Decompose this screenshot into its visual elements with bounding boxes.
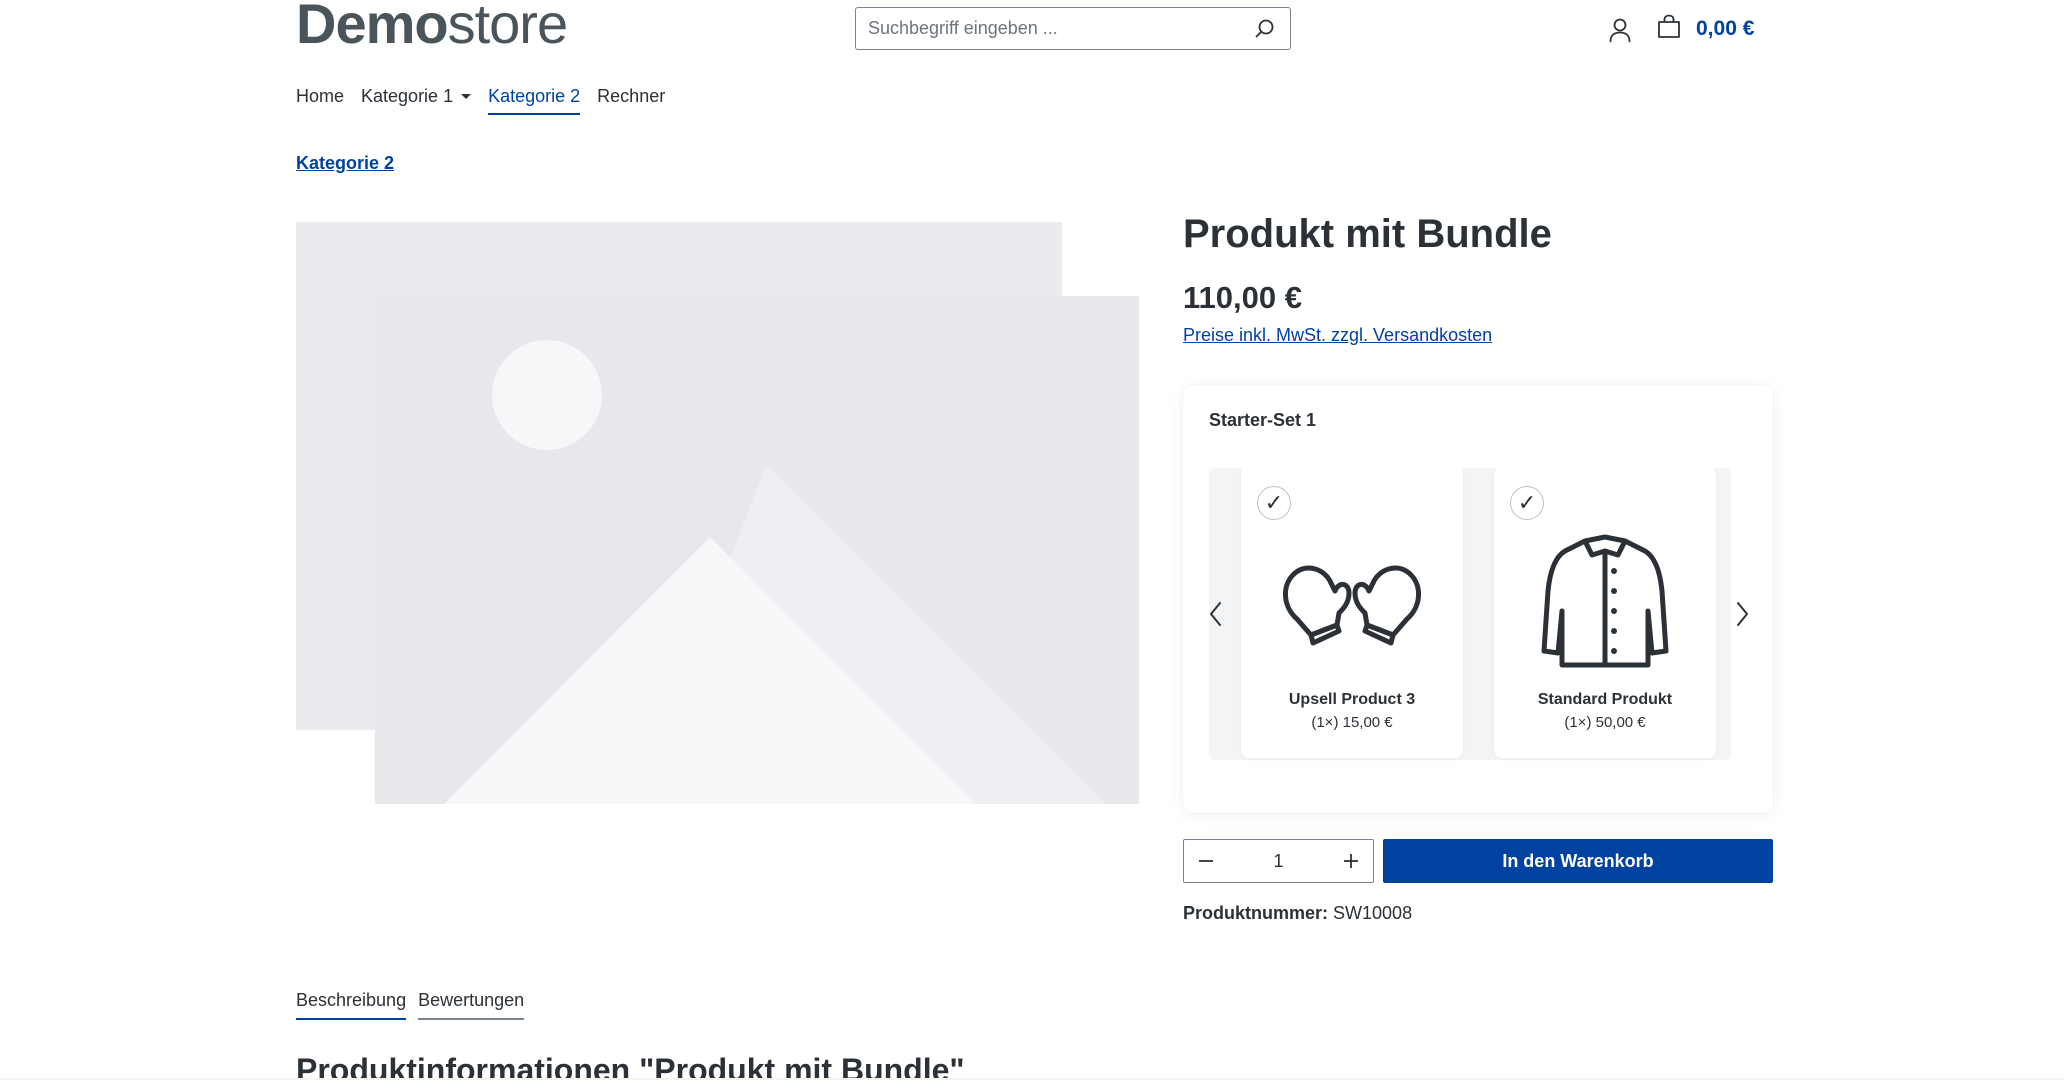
product-number: Produktnummer: SW10008 <box>1183 903 1412 924</box>
logo-bold-text: Demo <box>296 0 449 55</box>
product-number-label: Produktnummer: <box>1183 903 1329 923</box>
bundle-title: Starter-Set 1 <box>1209 410 1317 430</box>
account-icon[interactable] <box>1604 14 1636 46</box>
product-title: Produkt mit Bundle <box>1183 212 1552 256</box>
nav-item-label: Home <box>296 86 345 106</box>
bundle-item-quantity-price: (1×) 50,00 € <box>1564 714 1646 731</box>
mittens-icon <box>1241 526 1463 676</box>
nav-item-home[interactable]: Home <box>296 86 344 115</box>
cart-icon <box>1656 14 1682 45</box>
search-icon[interactable] <box>1240 8 1290 49</box>
product-information-heading: Produktinformationen "Produkt mit Bundle… <box>296 1052 965 1080</box>
slider-prev-icon[interactable] <box>1202 600 1230 628</box>
cart-total: 0,00 € <box>1696 17 1755 40</box>
search-input[interactable] <box>856 8 1240 49</box>
bundle-item-checkbox[interactable]: ✓ <box>1510 486 1544 520</box>
bundle-item[interactable]: ✓ Standard Produkt (1×) 50,00 € <box>1494 466 1716 758</box>
bundle-item-quantity-price: (1×) 15,00 € <box>1311 714 1393 731</box>
main-navigation: Home Kategorie 1 Kategorie 2 Rechner <box>296 86 682 115</box>
nav-item-kategorie-1[interactable]: Kategorie 1 <box>361 86 472 115</box>
tab-beschreibung[interactable]: Beschreibung <box>296 990 407 1020</box>
search-box <box>855 7 1291 50</box>
breadcrumb[interactable]: Kategorie 2 <box>296 153 394 174</box>
nav-item-label: Rechner <box>597 86 666 106</box>
quantity-increase-button[interactable] <box>1329 840 1373 882</box>
bundle-item-name: Standard Produkt <box>1537 691 1673 708</box>
slider-next-icon[interactable] <box>1728 600 1756 628</box>
product-image-placeholder <box>296 220 1139 838</box>
store-logo[interactable]: Demostore <box>296 0 568 52</box>
product-detail-tabs: Beschreibung Bewertungen <box>296 990 525 1020</box>
nav-item-kategorie-2[interactable]: Kategorie 2 <box>488 86 581 115</box>
nav-item-label: Kategorie 1 <box>361 86 454 106</box>
nav-item-label: Kategorie 2 <box>488 86 581 106</box>
quantity-input[interactable] <box>1228 850 1329 872</box>
jacket-icon <box>1494 526 1716 676</box>
bundle-item-name: Upsell Product 3 <box>1288 691 1416 708</box>
tab-bewertungen[interactable]: Bewertungen <box>418 990 525 1020</box>
add-to-cart-button[interactable]: In den Warenkorb <box>1383 839 1773 883</box>
nav-item-rechner[interactable]: Rechner <box>597 86 665 115</box>
quantity-stepper <box>1183 839 1374 883</box>
caret-down-icon <box>461 94 472 99</box>
bundle-item[interactable]: ✓ Upsell Product 3 (1×) 15,00 € <box>1241 466 1463 758</box>
cart-button[interactable]: 0,00 € <box>1656 12 1754 46</box>
quantity-decrease-button[interactable] <box>1184 840 1228 882</box>
logo-light-text: store <box>447 0 568 55</box>
tax-shipping-link[interactable]: Preise inkl. MwSt. zzgl. Versandkosten <box>1183 325 1492 346</box>
product-price: 110,00 € <box>1183 280 1302 315</box>
bundle-item-checkbox[interactable]: ✓ <box>1257 486 1291 520</box>
product-number-value: SW10008 <box>1333 903 1413 923</box>
